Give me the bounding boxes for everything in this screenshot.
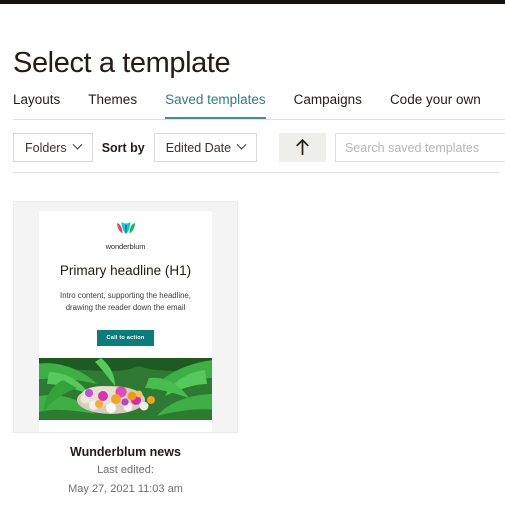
preview-headline: Primary headline (H1): [59, 263, 192, 278]
template-card[interactable]: wonderblum Primary headline (H1) Intro c…: [13, 201, 238, 498]
template-name: Wunderblum news: [70, 445, 181, 459]
preview-hero-image: [39, 358, 212, 420]
browser-chrome-strip: [0, 0, 505, 4]
brand-name: wonderblum: [105, 242, 146, 251]
preview-intro-text: Intro content, supporting the headline, …: [60, 291, 191, 312]
sort-by-label: Sort by: [101, 140, 145, 155]
chevron-down-icon: [236, 139, 247, 150]
preview-cta-button: Call to action: [96, 330, 155, 346]
template-source-tabs: Layouts Themes Saved templates Campaigns…: [13, 92, 505, 120]
tabbar-divider: [13, 119, 505, 120]
folders-dropdown-label: Folders: [25, 140, 67, 155]
template-thumbnail[interactable]: wonderblum Primary headline (H1) Intro c…: [13, 201, 238, 433]
template-last-edited-value: May 27, 2021 11:03 am: [68, 483, 183, 495]
folders-dropdown[interactable]: Folders: [13, 133, 93, 162]
templates-toolbar: Folders Sort by Edited Date: [13, 133, 327, 162]
wonderblum-logo-icon: [116, 222, 135, 234]
page-title: Select a template: [13, 47, 231, 80]
tab-themes[interactable]: Themes: [88, 92, 137, 120]
select-template-screen: Select a template Layouts Themes Saved t…: [0, 0, 505, 512]
arrow-up-icon: [296, 139, 309, 155]
tab-layouts[interactable]: Layouts: [13, 92, 60, 120]
sort-field-dropdown[interactable]: Edited Date: [153, 133, 258, 162]
search-input[interactable]: [335, 133, 505, 162]
tab-campaigns[interactable]: Campaigns: [294, 92, 362, 120]
tab-saved-templates[interactable]: Saved templates: [165, 92, 266, 120]
sort-direction-button[interactable]: [279, 133, 327, 162]
chevron-down-icon: [72, 139, 83, 150]
toolbar-divider: [13, 172, 500, 173]
template-last-edited-label: Last edited:: [97, 464, 154, 476]
email-preview: wonderblum Primary headline (H1) Intro c…: [39, 211, 212, 432]
tab-code-your-own[interactable]: Code your own: [390, 92, 481, 120]
sort-field-value: Edited Date: [165, 140, 232, 155]
